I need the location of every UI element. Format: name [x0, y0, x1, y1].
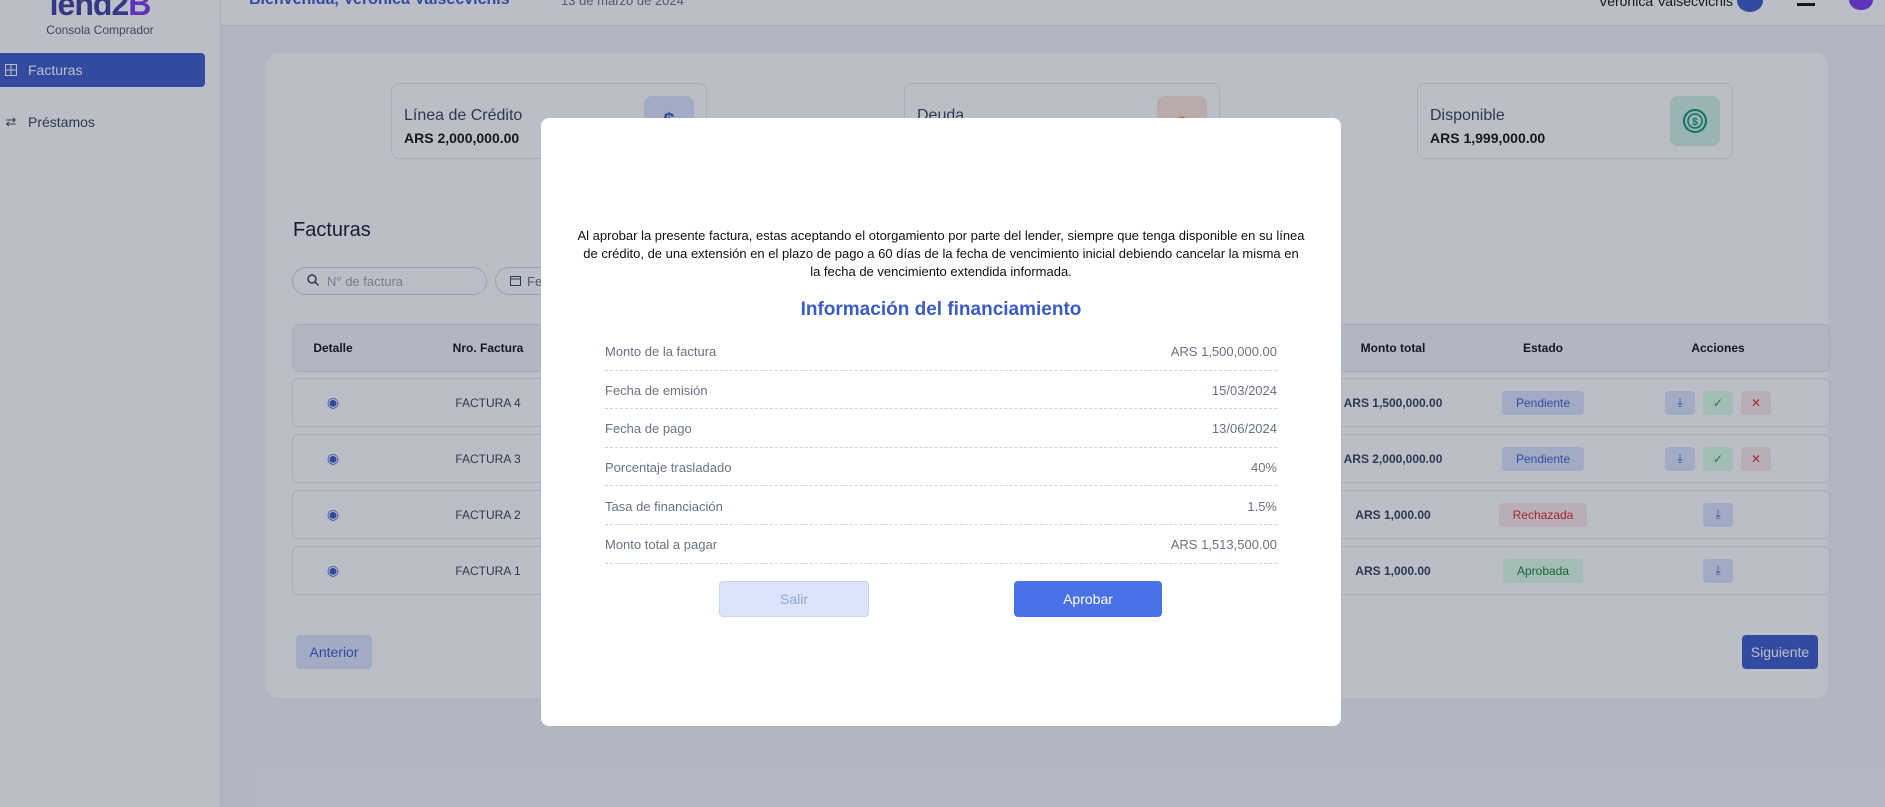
info-value: ARS 1,513,500.00 [1170, 537, 1277, 553]
financing-info-list: Monto de la factura ARS 1,500,000.00 Fec… [605, 332, 1277, 564]
info-row: Tasa de financiación 1.5% [605, 486, 1277, 525]
info-label: Monto de la factura [605, 344, 717, 360]
info-label: Porcentaje trasladado [605, 460, 732, 476]
info-label: Fecha de emisión [605, 382, 708, 398]
approval-disclaimer: Al aprobar la presente factura, estas ac… [577, 228, 1305, 279]
info-value: 40% [1250, 460, 1277, 476]
info-row: Monto de la factura ARS 1,500,000.00 [605, 332, 1277, 371]
info-row: Fecha de pago 13/06/2024 [605, 409, 1277, 448]
financing-info-title: Información del financiamiento [800, 299, 1082, 320]
approve-button[interactable]: Aprobar [1014, 581, 1162, 617]
info-label: Tasa de financiación [605, 498, 723, 514]
info-row: Fecha de emisión 15/03/2024 [605, 371, 1277, 410]
exit-button[interactable]: Salir [719, 581, 869, 617]
info-value: 13/06/2024 [1211, 421, 1277, 437]
info-value: 15/03/2024 [1211, 382, 1277, 398]
info-row: Monto total a pagar ARS 1,513,500.00 [605, 525, 1277, 564]
financing-modal: Al aprobar la presente factura, estas ac… [541, 118, 1341, 726]
info-row: Porcentaje trasladado 40% [605, 448, 1277, 487]
info-label: Fecha de pago [605, 421, 692, 437]
info-label: Monto total a pagar [605, 537, 718, 553]
info-value: 1.5% [1247, 498, 1277, 514]
info-value: ARS 1,500,000.00 [1170, 344, 1277, 360]
